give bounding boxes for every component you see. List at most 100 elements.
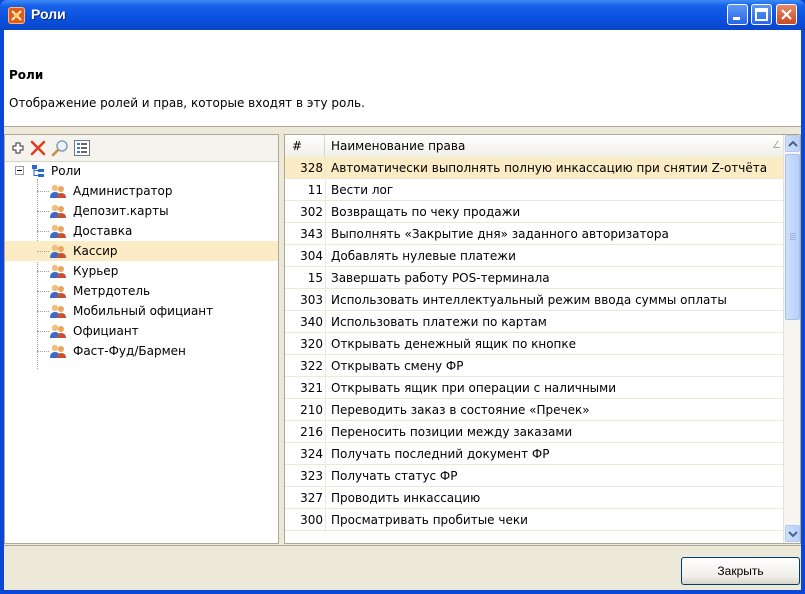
table-row[interactable]: 321 Открывать ящик при операции с наличны… [285,377,785,399]
properties-icon[interactable] [72,138,92,158]
rights-grid: # Наименование права ∠ 328 Автоматически … [284,134,801,544]
tree-item-fastfood-bartender[interactable]: Фаст-Фуд/Бармен [5,341,278,361]
footer-divider [4,545,801,546]
page-description: Отображение ролей и прав, которые входят… [9,96,365,110]
right-name: Получать статус ФР [331,469,458,483]
delete-icon[interactable] [28,138,48,158]
table-row[interactable]: 324 Получать последний документ ФР [285,443,785,465]
tree-item-label: Кассир [73,244,118,258]
table-row[interactable]: 343 Выполнять «Закрытие дня» заданного ав… [285,223,785,245]
cell-separator [325,377,326,399]
right-name: Открывать денежный ящик по кнопке [331,337,577,351]
right-id: 216 [300,425,323,439]
tree-item-mobile-waiter[interactable]: Мобильный официант [5,301,278,321]
right-id: 320 [300,337,323,351]
roles-tree-panel: Роли Администратор Депозит.карты Доставк [4,134,279,544]
tree-item-waiter[interactable]: Официант [5,321,278,341]
right-name: Завершать работу POS-терминала [331,271,550,285]
cell-separator [325,201,326,223]
column-header-name[interactable]: Наименование права ∠ [325,135,785,157]
tree-branch-line [37,251,49,252]
tree-branch-line [37,271,49,272]
tree-item-delivery[interactable]: Доставка [5,221,278,241]
table-row[interactable]: 328 Автоматически выполнять полную инкасс… [285,157,785,179]
collapse-toggle[interactable] [15,166,24,175]
cell-separator [325,289,326,311]
table-row[interactable]: 210 Переводить заказ в состояние «Пречек» [285,399,785,421]
right-name: Вести лог [331,183,394,197]
tree-item-courier[interactable]: Курьер [5,261,278,281]
close-button[interactable]: Закрыть [681,557,800,585]
cell-separator [325,245,326,267]
right-name: Переносить позиции между заказами [331,425,573,439]
right-id: 323 [300,469,323,483]
header-panel: Роли Отображение ролей и прав, которые в… [4,30,801,127]
table-row[interactable]: 15 Завершать работу POS-терминала [285,267,785,289]
table-row[interactable]: 323 Получать статус ФР [285,465,785,487]
right-id: 328 [300,161,323,175]
table-row[interactable]: 302 Возвращать по чеку продажи [285,201,785,223]
tree-root[interactable]: Роли [5,161,278,181]
tree-item-label: Мобильный официант [73,304,214,318]
tree-branch-line [37,351,49,352]
scroll-thumb[interactable] [785,154,800,320]
right-id: 327 [300,491,323,505]
table-row[interactable]: 320 Открывать денежный ящик по кнопке [285,333,785,355]
maximize-button[interactable] [751,4,772,25]
right-id: 300 [300,513,323,527]
right-name: Просматривать пробитые чеки [331,513,528,527]
minimize-button[interactable] [727,4,748,25]
column-header-number[interactable]: # [285,135,325,157]
tree-item-maitre-d[interactable]: Метрдотель [5,281,278,301]
right-name: Возвращать по чеку продажи [331,205,521,219]
title-bar[interactable]: Роли [0,0,805,30]
tree-item-deposit-cards[interactable]: Депозит.карты [5,201,278,221]
user-group-icon [49,183,67,199]
tree-item-label: Фаст-Фуд/Бармен [73,344,186,358]
tree-branch-line [37,231,49,232]
close-window-button[interactable] [776,4,797,25]
cell-separator [325,267,326,289]
tree-item-label: Доставка [73,224,133,238]
tree-item-administrator[interactable]: Администратор [5,181,278,201]
right-name: Открывать смену ФР [331,359,464,373]
table-row[interactable]: 303 Использовать интеллектуальный режим в… [285,289,785,311]
table-row[interactable]: 216 Переносить позиции между заказами [285,421,785,443]
cell-separator [325,179,326,201]
window-client-area: Роли Отображение ролей и прав, которые в… [4,30,801,590]
right-name: Добавлять нулевые платежи [331,249,516,263]
tree-item-label: Депозит.карты [73,204,169,218]
column-header-name-label: Наименование права [331,139,466,153]
scroll-down-button[interactable] [785,525,800,542]
right-id: 340 [300,315,323,329]
cell-separator [325,487,326,509]
tree-branch-line [37,211,49,212]
cell-separator [325,509,326,531]
table-row[interactable]: 322 Открывать смену ФР [285,355,785,377]
cell-separator [325,399,326,421]
sort-indicator-icon: ∠ [772,140,781,151]
tree-branch-line [37,311,49,312]
add-icon[interactable] [8,138,28,158]
right-name: Использовать интеллектуальный режим ввод… [331,293,727,307]
scroll-up-button[interactable] [785,135,800,152]
table-row[interactable]: 327 Проводить инкассацию [285,487,785,509]
tree-item-label: Администратор [73,184,173,198]
table-row[interactable]: 300 Просматривать пробитые чеки [285,509,785,531]
table-row[interactable]: 340 Использовать платежи по картам [285,311,785,333]
right-name: Открывать ящик при операции с наличными [331,381,616,395]
roles-toolbar [5,135,278,162]
vertical-scrollbar[interactable] [783,135,800,543]
table-row[interactable]: 304 Добавлять нулевые платежи [285,245,785,267]
tree-branch-line [37,331,49,332]
right-name: Проводить инкассацию [331,491,481,505]
search-icon[interactable] [50,138,70,158]
right-id: 321 [300,381,323,395]
cell-separator [325,443,326,465]
user-group-icon [49,263,67,279]
table-row[interactable]: 11 Вести лог [285,179,785,201]
tree-item-cashier[interactable]: Кассир [5,241,278,261]
right-id: 322 [300,359,323,373]
right-name: Переводить заказ в состояние «Пречек» [331,403,590,417]
hierarchy-icon [31,164,45,178]
